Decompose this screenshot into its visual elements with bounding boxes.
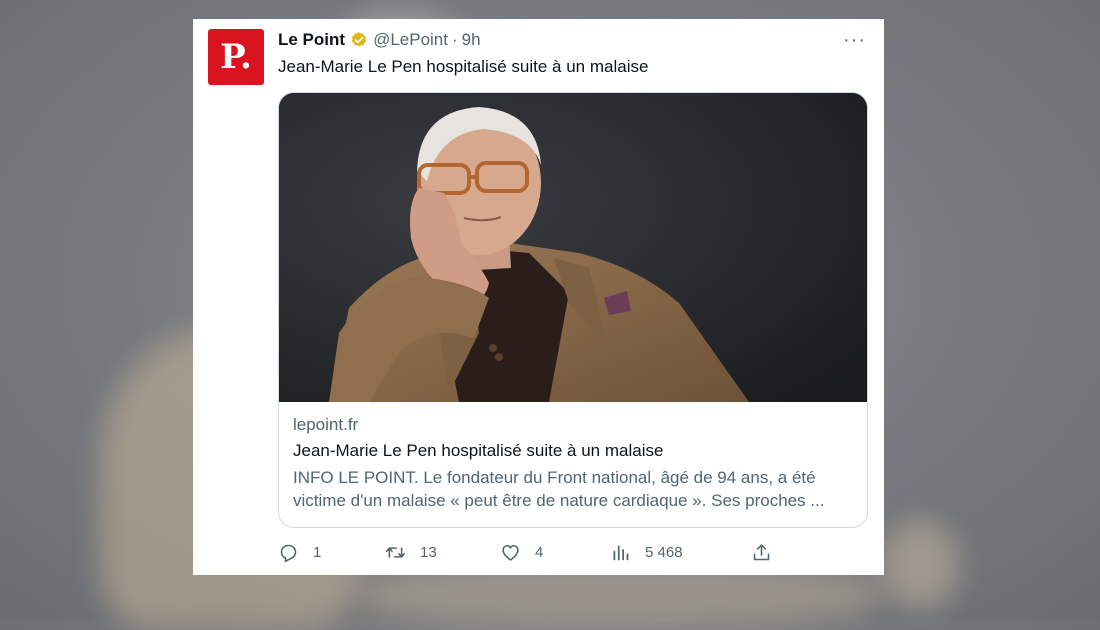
retweet-count: 13	[420, 544, 437, 561]
article-photo[interactable]	[279, 93, 867, 402]
author-name[interactable]: Le Point	[278, 30, 345, 50]
link-domain: lepoint.fr	[293, 415, 359, 434]
tweet-card[interactable]: P Le Point @LePoint · 9h ··· Jean-Marie …	[193, 19, 884, 575]
tweet-text: Jean-Marie Le Pen hospitalisé suite à un…	[278, 57, 649, 76]
portrait-illustration	[279, 93, 867, 402]
tweet-actions: 1 13 4 5 468	[278, 542, 878, 566]
more-options-icon[interactable]: ···	[843, 30, 866, 50]
reply-button[interactable]: 1	[278, 542, 321, 563]
share-button[interactable]	[751, 542, 772, 563]
author-handle[interactable]: @LePoint	[373, 30, 448, 50]
tweet-header: Le Point @LePoint · 9h	[278, 30, 481, 50]
link-title: Jean-Marie Le Pen hospitalisé suite à un…	[293, 441, 664, 460]
reply-count: 1	[313, 544, 322, 561]
verified-badge-icon	[350, 31, 368, 49]
like-count: 4	[535, 544, 544, 561]
reply-icon	[280, 544, 297, 563]
avatar[interactable]: P	[208, 29, 264, 85]
views-chart-icon	[613, 545, 629, 561]
timestamp[interactable]: 9h	[462, 30, 481, 50]
view-count: 5 468	[645, 544, 683, 561]
background-blur-hand	[880, 520, 960, 610]
share-icon	[753, 544, 770, 561]
retweet-button[interactable]: 13	[385, 542, 437, 563]
views-button[interactable]: 5 468	[610, 542, 683, 563]
avatar-logo: P	[220, 40, 252, 74]
heart-icon	[502, 544, 519, 561]
like-button[interactable]: 4	[500, 542, 543, 563]
link-description: INFO LE POINT. Le fondateur du Front nat…	[293, 468, 825, 510]
link-preview-body: lepoint.fr Jean-Marie Le Pen hospitalisé…	[293, 415, 853, 512]
separator-dot: ·	[451, 30, 458, 49]
retweet-icon	[385, 547, 406, 558]
link-preview-card[interactable]: lepoint.fr Jean-Marie Le Pen hospitalisé…	[278, 92, 868, 528]
